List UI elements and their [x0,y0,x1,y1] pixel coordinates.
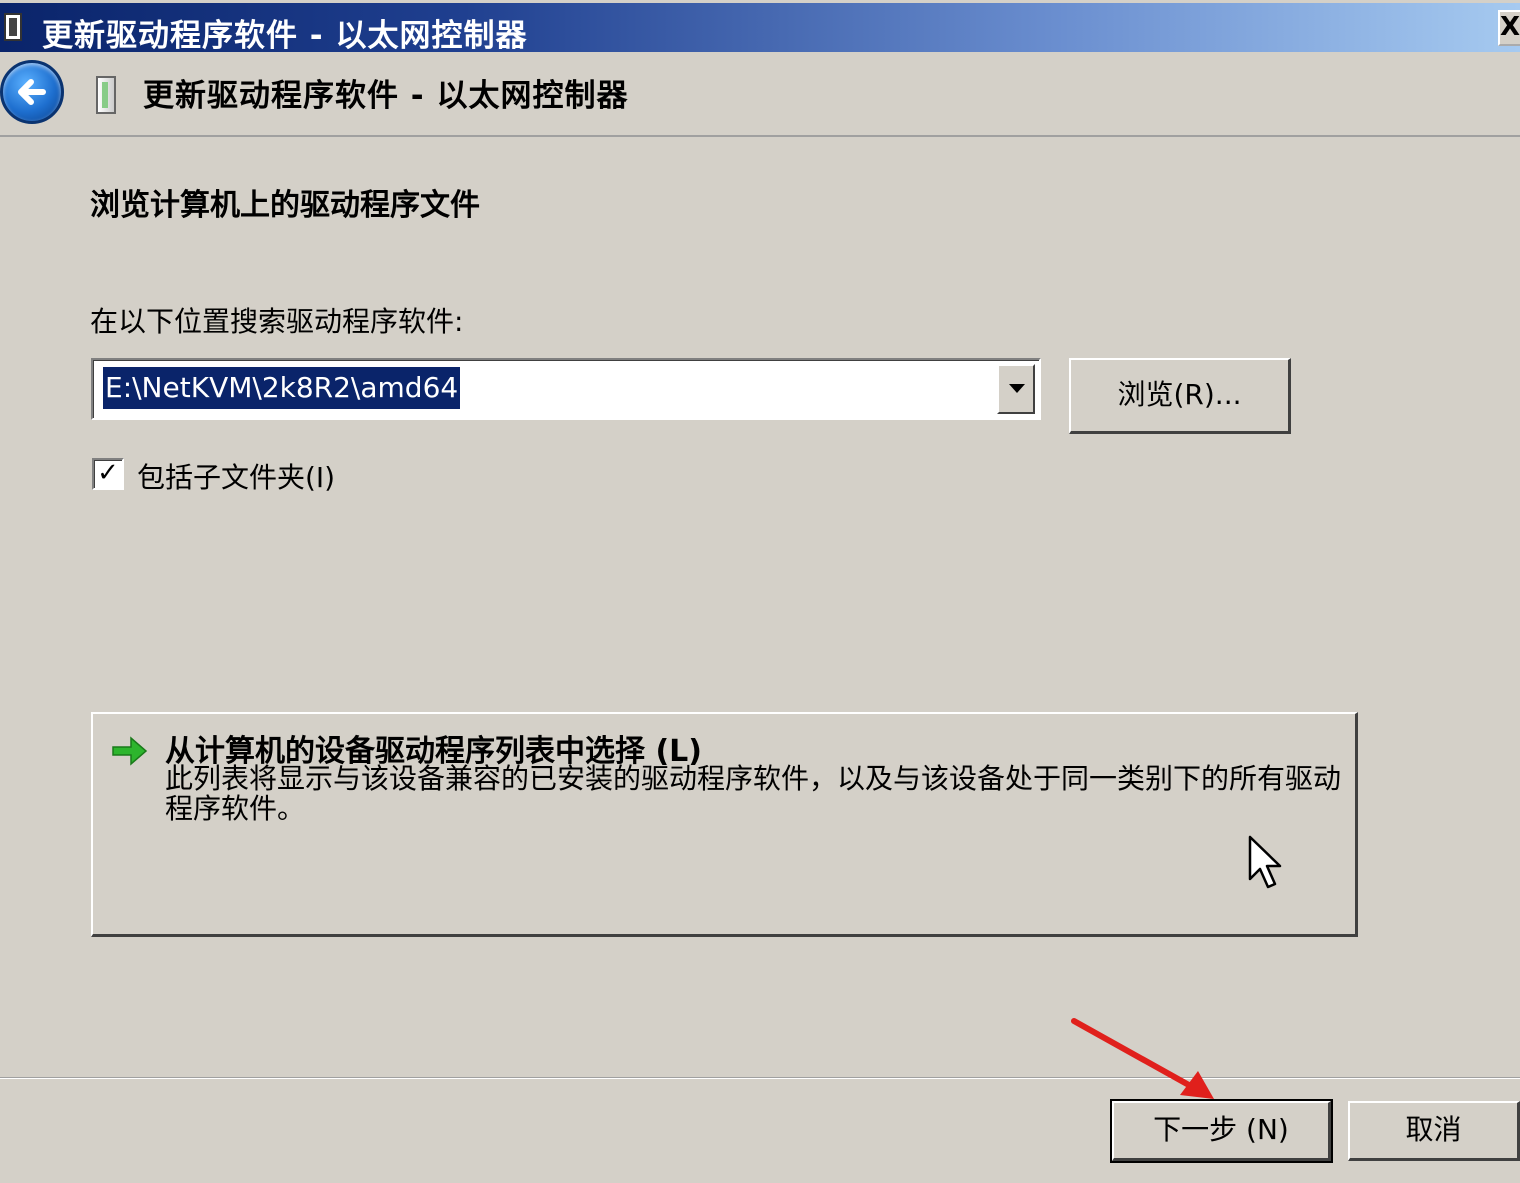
path-input-value[interactable]: E:\NetKVM\2k8R2\amd64 [103,367,461,409]
mouse-cursor-icon [1248,835,1282,889]
back-button[interactable] [0,60,64,124]
close-button[interactable]: X [1498,10,1520,46]
search-location-label: 在以下位置搜索驱动程序软件: [90,305,464,338]
back-arrow-icon [18,79,46,105]
wizard-header: 更新驱动程序软件 - 以太网控制器 [0,52,1520,137]
path-combobox[interactable]: E:\NetKVM\2k8R2\amd64 [91,358,1041,420]
red-arrow-annotation [1071,1018,1214,1099]
footer-divider [0,1077,1520,1079]
next-button[interactable]: 下一步 (N) [1110,1099,1333,1163]
window-title: 更新驱动程序软件 - 以太网控制器 [42,18,528,54]
window-device-icon [4,13,22,41]
chevron-down-icon[interactable] [997,364,1035,414]
title-bar: 更新驱动程序软件 - 以太网控制器 [0,0,1520,54]
choose-from-list-description: 此列表将显示与该设备兼容的已安装的驱动程序软件，以及与该设备处于同一类别下的所有… [165,762,1342,825]
cancel-button[interactable]: 取消 [1348,1101,1520,1161]
green-arrow-icon [112,736,148,766]
device-icon [96,76,116,114]
choose-from-list-link[interactable]: 从计算机的设备驱动程序列表中选择 (L) 此列表将显示与该设备兼容的已安装的驱动… [91,712,1358,937]
section-title: 浏览计算机上的驱动程序文件 [90,188,480,223]
browse-button[interactable]: 浏览(R)... [1069,358,1291,434]
header-title: 更新驱动程序软件 - 以太网控制器 [143,78,629,114]
include-subfolders-checkbox[interactable]: ✓ [92,458,124,490]
include-subfolders-label[interactable]: 包括子文件夹(I) [137,456,335,496]
